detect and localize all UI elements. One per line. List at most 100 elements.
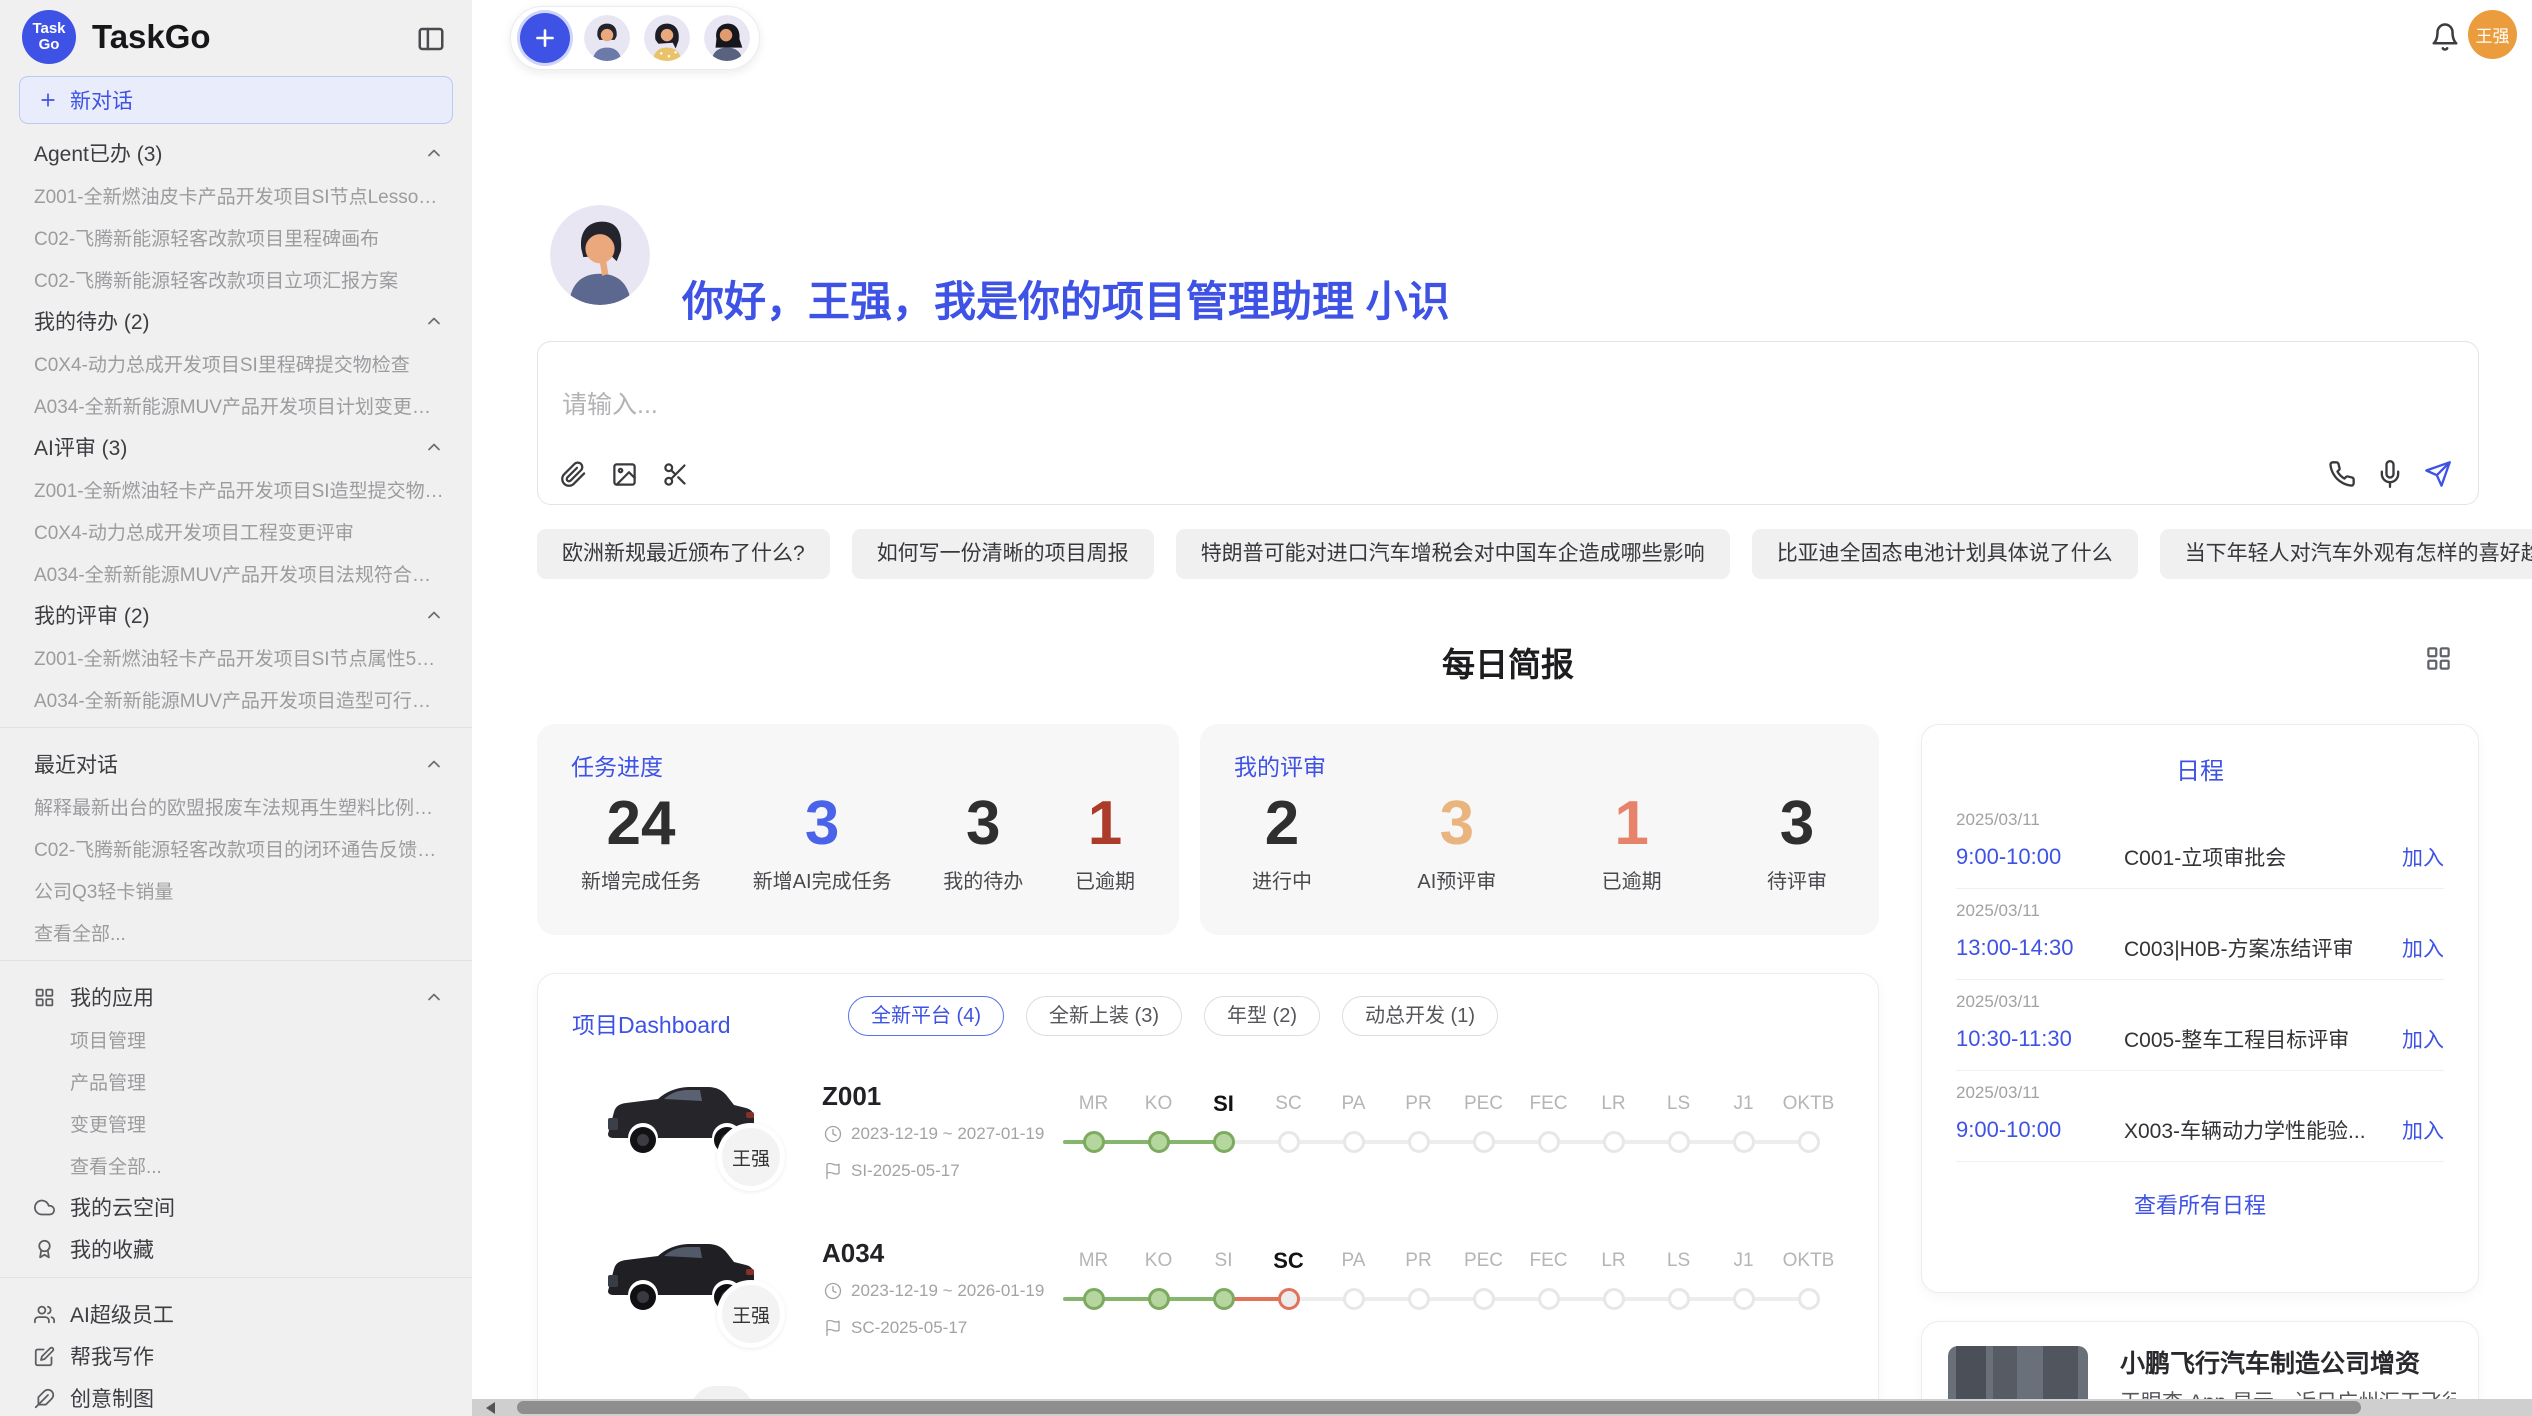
milestone-dot [1343, 1131, 1365, 1153]
stat-ai-pre-review: 3 AI预评审 [1417, 788, 1496, 894]
app-item-project[interactable]: 项目管理 [34, 1018, 444, 1060]
sidebar-item-creative-drawing[interactable]: 创意制图 [34, 1377, 444, 1416]
app-item-change[interactable]: 变更管理 [34, 1102, 444, 1144]
join-link[interactable]: 加入 [2402, 1024, 2444, 1054]
sidebar-item[interactable]: Z001-全新燃油皮卡产品开发项目SI节点Lesson Learn报告 [34, 174, 444, 216]
recent-item[interactable]: C02-飞腾新能源轻客改款项目的闭环通告反馈情况 [34, 827, 444, 869]
suggestion-chip[interactable]: 特朗普可能对进口汽车增税会对中国车企造成哪些影响 [1176, 529, 1730, 579]
section-header-agent-done[interactable]: Agent已办 (3) [34, 132, 444, 174]
join-link[interactable]: 加入 [2402, 1115, 2444, 1145]
sidebar-collapse-icon[interactable] [416, 24, 446, 50]
horizontal-scrollbar[interactable] [472, 1399, 2532, 1416]
paperclip-icon[interactable] [560, 461, 587, 488]
milestone-dot [1733, 1131, 1755, 1153]
milestone-LS: LS [1646, 1087, 1711, 1153]
event-time: 13:00-14:30 [1956, 935, 2124, 961]
join-link[interactable]: 加入 [2402, 842, 2444, 872]
view-all-schedule-link[interactable]: 查看所有日程 [1922, 1188, 2478, 1220]
event-date: 2025/03/11 [1956, 901, 2444, 921]
project-row[interactable]: 王强 Z001 2023-12-19 ~ 2027-01-19 SI-2025-… [538, 1068, 1878, 1225]
milestone-OKTB: OKTB [1776, 1244, 1841, 1310]
schedule-title: 日程 [1922, 751, 2478, 786]
milestone-PR: PR [1386, 1087, 1451, 1153]
milestone-SI: SI [1191, 1244, 1256, 1310]
milestone-SI: SI [1191, 1087, 1256, 1153]
apps-view-all[interactable]: 查看全部... [34, 1144, 444, 1186]
apps-grid-icon [34, 987, 55, 1008]
recent-item[interactable]: 公司Q3轻卡销量 [34, 869, 444, 911]
stat-new-completed: 24 新增完成任务 [581, 788, 701, 894]
scrollbar-thumb[interactable] [517, 1401, 2361, 1414]
sidebar-item[interactable]: C02-飞腾新能源轻客改款项目里程碑画布 [34, 216, 444, 258]
event-time: 9:00-10:00 [1956, 844, 2124, 870]
section-header-my-todo[interactable]: 我的待办 (2) [34, 300, 444, 342]
event-name: C005-整车工程目标评审 [2124, 1024, 2390, 1054]
clock-icon [824, 1125, 842, 1143]
milestone-PEC: PEC [1451, 1244, 1516, 1310]
sidebar-item-ai-super-staff[interactable]: AI超级员工 [34, 1293, 444, 1335]
milestone-PEC: PEC [1451, 1087, 1516, 1153]
sidebar-item[interactable]: A034-全新新能源MUV产品开发项目计划变更表编写 [34, 384, 444, 426]
new-chat-label: 新对话 [70, 85, 133, 115]
image-icon[interactable] [611, 461, 638, 488]
sidebar-item-cloud-space[interactable]: 我的云空间 [34, 1186, 444, 1228]
recent-item[interactable]: 解释最新出台的欧盟报废车法规再生塑料比例被调至15%... [34, 785, 444, 827]
section-header-ai-review[interactable]: AI评审 (3) [34, 426, 444, 468]
project-row[interactable]: 王强 A034 2023-12-19 ~ 2026-01-19 SC-2025-… [538, 1225, 1878, 1382]
tab-new-platform[interactable]: 全新平台 (4) [848, 996, 1004, 1036]
suggestion-chip[interactable]: 比亚迪全固态电池计划具体说了什么 [1752, 529, 2138, 579]
sidebar-item[interactable]: A034-全新新能源MUV产品开发项目法规符合性评审 [34, 552, 444, 594]
sidebar-item[interactable]: Z001-全新燃油轻卡产品开发项目SI造型提交物评审 [34, 468, 444, 510]
milestone-MR: MR [1061, 1087, 1126, 1153]
agent-avatar[interactable] [644, 15, 690, 61]
news-title: 小鹏飞行汽车制造公司增资 [2120, 1344, 2460, 1380]
milestone-dot [1538, 1131, 1560, 1153]
event-date: 2025/03/11 [1956, 810, 2444, 830]
phone-icon[interactable] [2328, 460, 2356, 488]
notification-bell-icon[interactable] [2430, 22, 2460, 52]
schedule-event: 2025/03/11 9:00-10:00 C001-立项审批会 加入 [1956, 798, 2444, 889]
user-avatar[interactable]: 王强 [2468, 10, 2517, 59]
sidebar-item[interactable]: Z001-全新燃油轻卡产品开发项目SI节点属性5D文件评审 [34, 636, 444, 678]
divider [0, 1277, 472, 1278]
section-header-recent[interactable]: 最近对话 [34, 743, 444, 785]
milestone-dot [1473, 1288, 1495, 1310]
sidebar-item[interactable]: C02-飞腾新能源轻客改款项目立项汇报方案 [34, 258, 444, 300]
milestone-FEC: FEC [1516, 1087, 1581, 1153]
recent-conversations: 最近对话 解释最新出台的欧盟报废车法规再生塑料比例被调至15%... C02-飞… [0, 735, 472, 953]
assistant-greeting: 你好，王强，我是你的项目管理助理 小识 [682, 268, 1450, 329]
sidebar-item-help-me-write[interactable]: 帮我写作 [34, 1335, 444, 1377]
section-header-my-review[interactable]: 我的评审 (2) [34, 594, 444, 636]
app-title: TaskGo [92, 18, 416, 56]
card-title: 我的评审 [1234, 748, 1326, 782]
suggestion-chip[interactable]: 欧洲新规最近颁布了什么? [537, 529, 830, 579]
new-chat-button[interactable]: 新对话 [19, 76, 453, 124]
suggestion-chip[interactable]: 如何写一份清晰的项目周报 [852, 529, 1154, 579]
sidebar-item[interactable]: C0X4-动力总成开发项目SI里程碑提交物检查 [34, 342, 444, 384]
tab-powertrain[interactable]: 动总开发 (1) [1342, 996, 1498, 1036]
edit-icon [34, 1346, 55, 1367]
agent-avatar[interactable] [704, 15, 750, 61]
milestone-dot [1668, 1131, 1690, 1153]
agent-avatar[interactable] [584, 15, 630, 61]
join-link[interactable]: 加入 [2402, 933, 2444, 963]
scissors-icon[interactable] [662, 461, 689, 488]
add-agent-button[interactable] [520, 13, 570, 63]
sidebar-item-favorites[interactable]: 我的收藏 [34, 1228, 444, 1270]
message-input[interactable] [560, 390, 2164, 421]
scroll-left-arrow[interactable] [486, 1402, 495, 1414]
send-icon[interactable] [2424, 460, 2452, 488]
recent-view-all[interactable]: 查看全部... [34, 911, 444, 953]
layout-grid-icon[interactable] [2425, 645, 2452, 672]
flag-icon [824, 1162, 842, 1180]
tab-model-year[interactable]: 年型 (2) [1204, 996, 1320, 1036]
tab-new-body[interactable]: 全新上装 (3) [1026, 996, 1182, 1036]
chevron-up-icon [424, 605, 444, 625]
sidebar-item[interactable]: A034-全新新能源MUV产品开发项目造型可行性评审 [34, 678, 444, 720]
sidebar-item[interactable]: C0X4-动力总成开发项目工程变更评审 [34, 510, 444, 552]
stat-overdue: 1 已逾期 [1075, 788, 1135, 894]
microphone-icon[interactable] [2376, 460, 2404, 488]
suggestion-chip[interactable]: 当下年轻人对汽车外观有怎样的喜好趋势 [2160, 529, 2532, 579]
section-header-my-apps[interactable]: 我的应用 [34, 976, 444, 1018]
app-item-product[interactable]: 产品管理 [34, 1060, 444, 1102]
